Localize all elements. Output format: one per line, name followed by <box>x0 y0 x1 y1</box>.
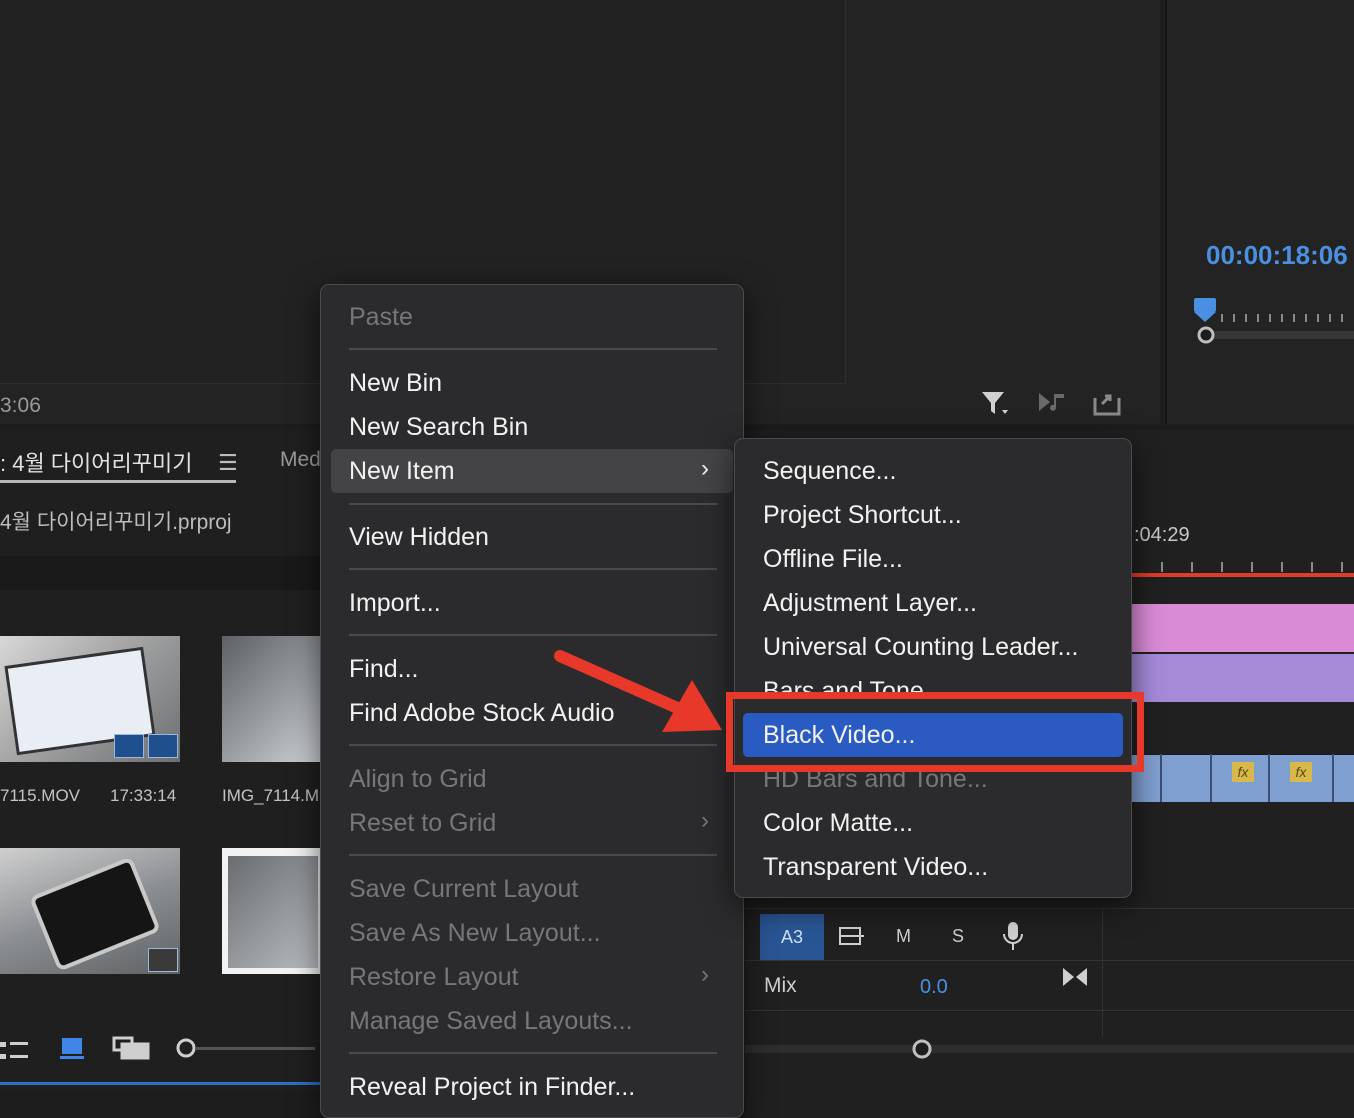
program-monitor <box>1165 0 1354 424</box>
clip-thumbnail[interactable] <box>222 636 320 762</box>
annotation-highlight-box <box>726 692 1144 772</box>
insert-audio-icon[interactable] <box>1036 388 1066 418</box>
go-to-next-edit-icon[interactable] <box>1062 966 1088 993</box>
program-ruler[interactable] <box>1192 296 1354 326</box>
menu-item-import[interactable]: Import... <box>349 589 441 618</box>
project-file-name: 4월 다이어리꾸미기.prproj <box>0 511 232 534</box>
icon-view-icon[interactable] <box>60 1038 84 1059</box>
menu-item-manage-saved-layouts[interactable]: Manage Saved Layouts... <box>349 1007 633 1036</box>
clip-thumbnail[interactable] <box>0 848 180 974</box>
annotation-arrow-icon <box>554 650 722 732</box>
track-row-divider <box>745 960 1354 961</box>
chevron-right-icon: › <box>701 961 709 988</box>
project-view-controls <box>0 1036 315 1060</box>
submenu-item-sequence[interactable]: Sequence... <box>763 457 896 486</box>
filter-icon[interactable] <box>980 388 1010 418</box>
chevron-right-icon: › <box>701 455 709 482</box>
media-browser-tab[interactable]: Med <box>280 448 321 472</box>
menu-item-restore-layout[interactable]: Restore Layout <box>349 963 519 992</box>
submenu-item-offline-file[interactable]: Offline File... <box>763 545 903 574</box>
timeline-ruler-time: :04:29 <box>1134 524 1190 546</box>
submenu-item-color-matte[interactable]: Color Matte... <box>763 809 913 838</box>
menu-separator <box>349 1052 717 1054</box>
clip-divider <box>1160 754 1162 802</box>
menu-item-paste[interactable]: Paste <box>349 303 413 332</box>
track-target-a3[interactable]: A3 <box>760 914 824 960</box>
list-view-icon[interactable] <box>0 1042 28 1059</box>
program-timecode[interactable]: 00:00:18:06 <box>1206 240 1348 271</box>
audio-badge-icon <box>148 948 178 972</box>
clip-thumbnail[interactable] <box>0 636 180 762</box>
menu-separator <box>349 634 717 636</box>
active-tab-indicator <box>0 480 236 483</box>
submenu-item-universal-counting-leader[interactable]: Universal Counting Leader... <box>763 633 1078 662</box>
chevron-right-icon: › <box>701 807 709 834</box>
source-timecode: 3:06 <box>0 394 41 417</box>
project-tab[interactable]: : 4월 다이어리꾸미기 <box>0 446 193 478</box>
audio-badge-icon <box>148 734 178 758</box>
microphone-icon[interactable] <box>1002 920 1024 957</box>
menu-separator <box>349 503 717 505</box>
timeline-zoom-scroll[interactable] <box>745 1038 1354 1060</box>
solo-button[interactable]: S <box>952 926 964 947</box>
clip-name: 7115.MOV <box>0 786 81 805</box>
video-clip[interactable] <box>1132 654 1354 702</box>
sync-lock-icon[interactable] <box>838 924 866 955</box>
fx-badge: fx <box>1232 762 1254 782</box>
submenu-item-adjustment-layer[interactable]: Adjustment Layer... <box>763 589 977 618</box>
video-badge-icon <box>114 734 144 758</box>
menu-item-align-to-grid[interactable]: Align to Grid <box>349 765 487 794</box>
video-clip[interactable] <box>1132 604 1354 652</box>
zoom-slider[interactable] <box>195 1047 315 1050</box>
submenu-item-project-shortcut[interactable]: Project Shortcut... <box>763 501 962 530</box>
clip-duration: 17:33:14 <box>110 786 177 805</box>
menu-item-new-bin[interactable]: New Bin <box>349 369 442 398</box>
menu-separator <box>349 568 717 570</box>
panel-focus-border <box>0 1082 320 1085</box>
track-header-divider <box>1102 908 1103 1036</box>
work-area-bar[interactable] <box>1132 573 1354 577</box>
program-zoom-scroll[interactable] <box>1196 326 1354 344</box>
menu-item-view-hidden[interactable]: View Hidden <box>349 523 489 552</box>
clip-thumbnail[interactable] <box>222 848 320 974</box>
menu-item-save-current-layout[interactable]: Save Current Layout <box>349 875 578 904</box>
menu-item-reset-to-grid[interactable]: Reset to Grid <box>349 809 496 838</box>
freeform-view-icon[interactable] <box>112 1036 150 1060</box>
mute-button[interactable]: M <box>896 926 911 947</box>
timeline-ruler[interactable] <box>1132 560 1354 572</box>
clip-divider <box>1332 754 1334 802</box>
new-item-submenu: Sequence... Project Shortcut... Offline … <box>734 438 1132 898</box>
menu-item-find[interactable]: Find... <box>349 655 418 684</box>
fx-badge: fx <box>1290 762 1312 782</box>
menu-item-save-as-new-layout[interactable]: Save As New Layout... <box>349 919 601 948</box>
menu-item-new-search-bin[interactable]: New Search Bin <box>349 413 528 442</box>
export-frame-icon[interactable] <box>1092 388 1122 418</box>
submenu-item-transparent-video[interactable]: Transparent Video... <box>763 853 988 882</box>
zoom-slider-handle[interactable] <box>176 1038 196 1058</box>
track-row-divider <box>745 908 1354 909</box>
track-row-divider <box>745 1010 1354 1011</box>
monitor-toolbar <box>980 388 1122 418</box>
menu-separator <box>349 854 717 856</box>
clip-divider <box>1210 754 1212 802</box>
menu-item-new-item[interactable]: New Item <box>349 457 455 486</box>
menu-item-reveal-project-in-finder[interactable]: Reveal Project in Finder... <box>349 1073 635 1102</box>
clip-name: IMG_7114.M <box>222 786 320 805</box>
menu-separator <box>349 744 717 746</box>
project-search-bar[interactable] <box>0 556 320 590</box>
clip-divider <box>1268 754 1270 802</box>
panel-menu-icon[interactable]: ☰ <box>218 450 238 476</box>
mix-track-label: Mix <box>764 974 797 997</box>
menu-separator <box>349 348 717 350</box>
mix-volume-value[interactable]: 0.0 <box>920 976 948 999</box>
